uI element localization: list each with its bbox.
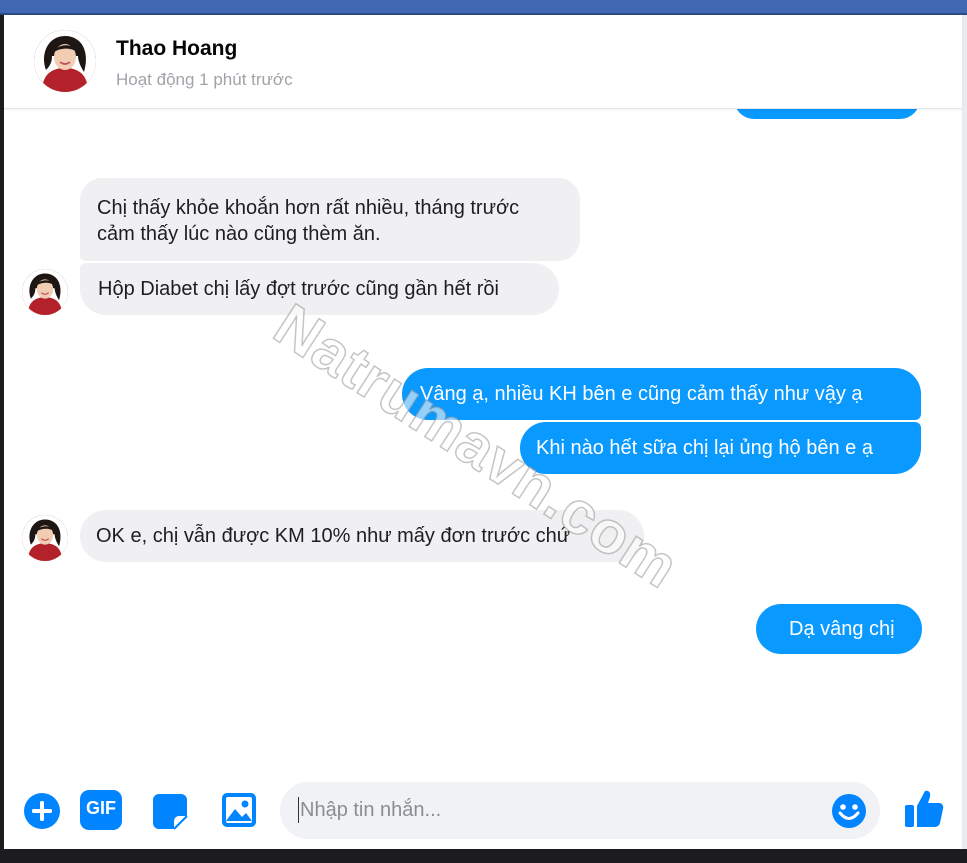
message-input[interactable]: Nhập tin nhắn... [280,782,880,839]
plus-icon[interactable] [22,791,62,831]
taskbar-strip [0,849,967,863]
message-text: Dạ vâng chị [789,618,895,640]
message-text-line: cảm thấy lúc nào cũng thèm ăn. [97,223,381,245]
contact-status: Hoạt động 1 phút trước [116,70,293,89]
chat-header: Thao Hoang Hoạt động 1 phút trước [4,15,962,109]
gif-icon[interactable]: GIF [79,789,123,831]
contact-name[interactable]: Thao Hoang [116,37,237,61]
thumbs-up-icon[interactable] [902,786,946,830]
window-edge [962,15,967,849]
contact-avatar[interactable] [34,30,96,92]
message-input-placeholder: Nhập tin nhắn... [300,799,442,821]
message-text: Hộp Diabet chị lấy đợt trước cũng gần hế… [98,278,499,300]
incoming-message-bubble: OK e, chị vẫn được KM 10% như mấy đơn tr… [80,510,644,562]
outgoing-message-bubble: Vâng ạ, nhiều KH bên e cũng cảm thấy như… [402,368,921,420]
browser-top-bar [0,0,967,14]
outgoing-message-bubble: Dạ vâng chị [756,604,922,654]
outgoing-message-bubble: Khi nào hết sữa chị lại ủng hộ bên e ạ [520,422,921,474]
message-text-line: Chị thấy khỏe khoắn hơn rất nhiều, tháng… [97,197,520,219]
sticker-icon[interactable] [151,791,189,831]
image-icon[interactable] [220,790,258,830]
text-caret [298,797,299,823]
incoming-message-bubble: Hộp Diabet chị lấy đợt trước cũng gần hế… [80,263,559,315]
emoji-icon[interactable] [831,793,867,829]
message-text: Khi nào hết sữa chị lại ủng hộ bên e ạ [536,437,873,459]
message-text: OK e, chị vẫn được KM 10% như mấy đơn tr… [96,525,571,547]
contact-avatar-small[interactable] [22,515,68,561]
contact-avatar-small[interactable] [22,269,68,315]
gif-label: GIF [86,798,116,818]
message-text: Vâng ạ, nhiều KH bên e cũng cảm thấy như… [420,383,863,405]
incoming-message-bubble: Chị thấy khỏe khoắn hơn rất nhiều, tháng… [80,178,580,261]
